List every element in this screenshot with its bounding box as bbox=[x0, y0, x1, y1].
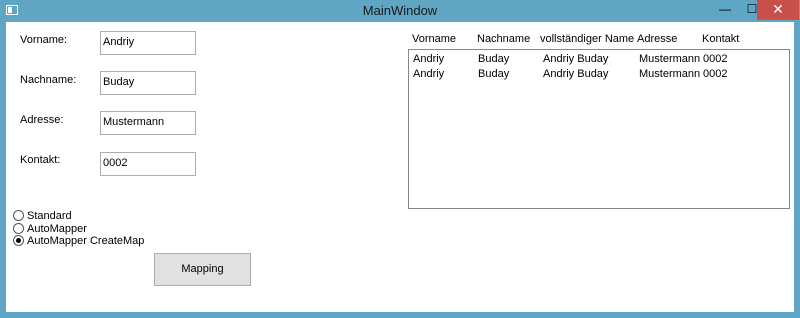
nachname-label: Nachname: bbox=[20, 74, 77, 86]
column-header-adresse[interactable]: Adresse bbox=[637, 33, 677, 45]
radio-automapper-createmap-label: AutoMapper CreateMap bbox=[27, 234, 145, 247]
cell-vorname: Andriy bbox=[413, 68, 445, 80]
mapping-button[interactable]: Mapping bbox=[154, 253, 251, 286]
column-header-nachname[interactable]: Nachname bbox=[477, 33, 530, 45]
nachname-field[interactable]: Buday bbox=[100, 71, 196, 95]
cell-vorname: Andriy bbox=[413, 53, 445, 65]
cell-adresse: Mustermann bbox=[639, 53, 701, 65]
column-header-vorname[interactable]: Vorname bbox=[412, 33, 456, 45]
column-header-vollstaendiger-name[interactable]: vollständiger Name bbox=[540, 33, 634, 45]
minimize-button[interactable]: — bbox=[711, 0, 739, 20]
cell-nachname: Buday bbox=[478, 53, 510, 65]
close-button[interactable]: ✕ bbox=[757, 0, 799, 20]
person-list[interactable]: Andriy Buday Andriy Buday Mustermann 000… bbox=[408, 49, 790, 209]
adresse-label: Adresse: bbox=[20, 114, 64, 126]
radio-automapper-createmap-circle[interactable] bbox=[13, 235, 24, 246]
radio-automapper-createmap[interactable]: AutoMapper CreateMap bbox=[13, 234, 144, 247]
title-bar: MainWindow — ☐ ✕ bbox=[0, 0, 800, 22]
window-content: Vorname: Andriy Nachname: Buday Adresse:… bbox=[6, 22, 794, 312]
vorname-field[interactable]: Andriy bbox=[100, 31, 196, 55]
cell-vollstaendiger-name: Andriy Buday bbox=[543, 68, 609, 80]
vorname-label: Vorname: bbox=[20, 34, 68, 46]
cell-vollstaendiger-name: Andriy Buday bbox=[543, 53, 609, 65]
cell-kontakt: 0002 bbox=[703, 68, 728, 80]
radio-standard[interactable]: Standard bbox=[13, 209, 72, 222]
radio-standard-circle[interactable] bbox=[13, 210, 24, 221]
column-header-kontakt[interactable]: Kontakt bbox=[702, 33, 739, 45]
window-title: MainWindow bbox=[362, 3, 438, 18]
adresse-field[interactable]: Mustermann bbox=[100, 111, 196, 135]
kontakt-label: Kontakt: bbox=[20, 154, 61, 166]
cell-nachname: Buday bbox=[478, 68, 510, 80]
radio-automapper-circle[interactable] bbox=[13, 223, 24, 234]
kontakt-field[interactable]: 0002 bbox=[100, 152, 196, 176]
cell-kontakt: 0002 bbox=[703, 53, 728, 65]
radio-standard-label: Standard bbox=[27, 209, 72, 222]
list-row[interactable]: Andriy Buday Andriy Buday Mustermann 000… bbox=[409, 68, 789, 83]
cell-adresse: Mustermann bbox=[639, 68, 701, 80]
list-row[interactable]: Andriy Buday Andriy Buday Mustermann 000… bbox=[409, 53, 789, 68]
radio-automapper-label: AutoMapper bbox=[27, 222, 87, 235]
